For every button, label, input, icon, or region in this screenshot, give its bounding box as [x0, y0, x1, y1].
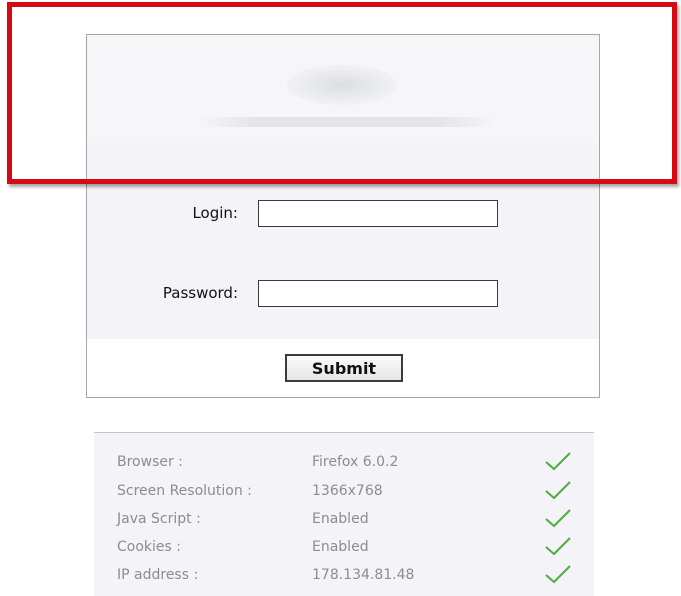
login-input[interactable]: [258, 200, 498, 227]
info-row-screen-resolution: Screen Resolution : 1366x768: [94, 477, 594, 505]
login-page: Submit Login: Password: Browser : Firefo…: [0, 0, 681, 596]
system-info-panel: Browser : Firefox 6.0.2 Screen Resolutio…: [94, 432, 594, 596]
login-row: Login:: [86, 200, 600, 228]
blurred-tagline: [197, 117, 497, 127]
info-value: Firefox 6.0.2: [312, 454, 399, 470]
check-icon: [545, 537, 571, 556]
form-area: [87, 143, 599, 339]
info-row-javascript: Java Script : Enabled: [94, 505, 594, 533]
login-label: Login:: [192, 204, 238, 222]
blurred-logo-icon: [287, 65, 397, 105]
password-label: Password:: [162, 284, 238, 302]
info-row-browser: Browser : Firefox 6.0.2: [94, 448, 594, 476]
info-key: Java Script :: [117, 511, 201, 527]
info-row-ip-address: IP address : 178.134.81.48: [94, 561, 594, 589]
info-key: Screen Resolution :: [117, 483, 252, 499]
info-value: 1366x768: [312, 483, 383, 499]
submit-area: Submit: [87, 339, 599, 397]
check-icon: [545, 481, 571, 500]
check-icon: [545, 509, 571, 528]
logo-area: [87, 35, 599, 143]
check-icon: [545, 565, 571, 584]
info-value: 178.134.81.48: [312, 567, 415, 583]
info-value: Enabled: [312, 539, 369, 555]
password-input[interactable]: [258, 280, 498, 307]
info-key: Cookies :: [117, 539, 181, 555]
password-row: Password:: [86, 280, 600, 308]
info-key: IP address :: [117, 567, 199, 583]
info-key: Browser :: [117, 454, 183, 470]
check-icon: [545, 452, 571, 471]
submit-button[interactable]: Submit: [285, 354, 403, 382]
info-value: Enabled: [312, 511, 369, 527]
info-row-cookies: Cookies : Enabled: [94, 533, 594, 561]
